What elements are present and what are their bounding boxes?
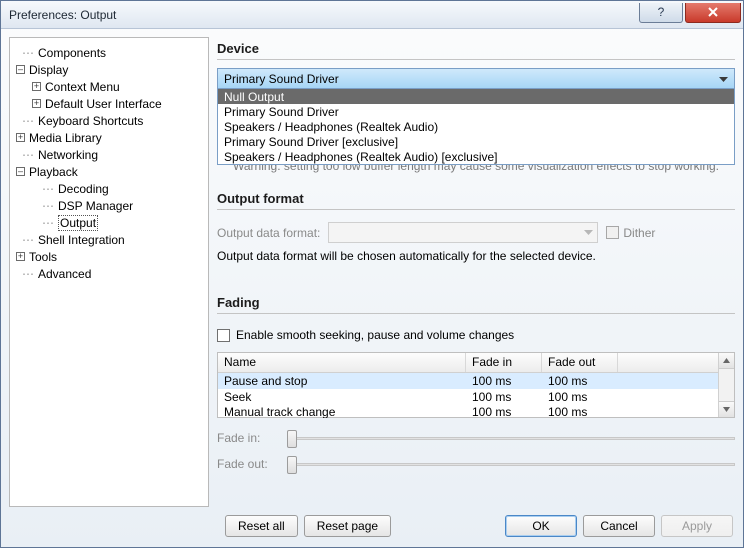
expand-icon[interactable] [32, 82, 41, 91]
device-option[interactable]: Speakers / Headphones (Realtek Audio) [218, 119, 734, 134]
dialog-footer: Reset all Reset page OK Cancel Apply [1, 511, 743, 547]
col-fadein[interactable]: Fade in [466, 353, 542, 372]
device-option[interactable]: Speakers / Headphones (Realtek Audio) [e… [218, 149, 734, 164]
tree-item-shell-integration[interactable]: ⋯Shell Integration [14, 231, 204, 248]
tree-item-media-library[interactable]: Media Library [14, 129, 204, 146]
expand-icon[interactable] [16, 133, 25, 142]
tree-item-dsp-manager[interactable]: ⋯DSP Manager [14, 197, 204, 214]
content-panel: Device Primary Sound Driver Null Output … [217, 37, 735, 507]
device-combo-selected[interactable]: Primary Sound Driver [217, 68, 735, 89]
device-option[interactable]: Primary Sound Driver [218, 104, 734, 119]
slider-thumb[interactable] [287, 456, 297, 474]
table-row[interactable]: Seek 100 ms 100 ms [218, 389, 718, 405]
fade-out-slider-label: Fade out: [217, 457, 277, 471]
fading-heading: Fading [217, 291, 735, 314]
tree-item-output[interactable]: ⋯Output [14, 214, 204, 231]
device-selected-label: Primary Sound Driver [224, 72, 339, 86]
tree-item-tools[interactable]: Tools [14, 248, 204, 265]
reset-page-button[interactable]: Reset page [304, 515, 391, 537]
chevron-up-icon [723, 358, 730, 363]
dither-checkbox-wrap: Dither [606, 226, 655, 240]
cancel-button[interactable]: Cancel [583, 515, 655, 537]
window-title: Preferences: Output [9, 8, 116, 22]
fade-in-slider-label: Fade in: [217, 431, 277, 445]
output-data-format-select [328, 222, 598, 243]
fading-table[interactable]: Name Fade in Fade out Pause and stop 100… [217, 352, 735, 418]
close-button[interactable] [685, 3, 741, 23]
col-fadeout[interactable]: Fade out [542, 353, 618, 372]
chevron-down-icon [719, 72, 728, 86]
scroll-up-button[interactable] [719, 353, 734, 369]
fading-table-header: Name Fade in Fade out [218, 353, 718, 373]
expand-icon[interactable] [16, 252, 25, 261]
fade-out-slider[interactable] [287, 454, 735, 474]
preferences-window: Preferences: Output ? ⋯Components Displa… [0, 0, 744, 548]
table-row[interactable]: Manual track change 100 ms 100 ms [218, 405, 718, 418]
tree-item-context-menu[interactable]: Context Menu [14, 78, 204, 95]
reset-all-button[interactable]: Reset all [225, 515, 298, 537]
output-data-format-label: Output data format: [217, 226, 320, 240]
tree-item-networking[interactable]: ⋯Networking [14, 146, 204, 163]
category-tree[interactable]: ⋯Components Display Context Menu Default… [9, 37, 209, 507]
tree-item-keyboard-shortcuts[interactable]: ⋯Keyboard Shortcuts [14, 112, 204, 129]
output-format-note: Output data format will be chosen automa… [217, 249, 735, 263]
scrollbar[interactable] [718, 353, 734, 417]
collapse-icon[interactable] [16, 65, 25, 74]
table-row[interactable]: Pause and stop 100 ms 100 ms [218, 373, 718, 389]
device-combo[interactable]: Primary Sound Driver Null Output Primary… [217, 68, 735, 89]
chevron-down-icon [723, 407, 730, 412]
tree-item-playback[interactable]: Playback [14, 163, 204, 180]
tree-item-decoding[interactable]: ⋯Decoding [14, 180, 204, 197]
device-combo-list[interactable]: Null Output Primary Sound Driver Speaker… [217, 89, 735, 165]
col-name[interactable]: Name [218, 353, 466, 372]
output-format-heading: Output format [217, 187, 735, 210]
device-heading: Device [217, 37, 735, 60]
tree-item-advanced[interactable]: ⋯Advanced [14, 265, 204, 282]
dither-checkbox [606, 226, 619, 239]
expand-icon[interactable] [32, 99, 41, 108]
device-option[interactable]: Null Output [218, 89, 734, 104]
svg-text:?: ? [658, 5, 665, 19]
help-button[interactable]: ? [639, 3, 683, 23]
scroll-down-button[interactable] [719, 401, 734, 417]
slider-thumb[interactable] [287, 430, 297, 448]
chevron-down-icon [584, 230, 593, 236]
titlebar[interactable]: Preferences: Output ? [1, 1, 743, 29]
apply-button: Apply [661, 515, 733, 537]
collapse-icon[interactable] [16, 167, 25, 176]
device-option[interactable]: Primary Sound Driver [exclusive] [218, 134, 734, 149]
dither-label: Dither [623, 226, 655, 240]
enable-fading-checkbox[interactable] [217, 329, 230, 342]
tree-item-display[interactable]: Display [14, 61, 204, 78]
ok-button[interactable]: OK [505, 515, 577, 537]
tree-item-default-ui[interactable]: Default User Interface [14, 95, 204, 112]
enable-fading-label: Enable smooth seeking, pause and volume … [236, 328, 514, 342]
close-icon [706, 5, 720, 19]
fade-in-slider[interactable] [287, 428, 735, 448]
tree-item-components[interactable]: ⋯Components [14, 44, 204, 61]
help-icon: ? [654, 5, 668, 19]
